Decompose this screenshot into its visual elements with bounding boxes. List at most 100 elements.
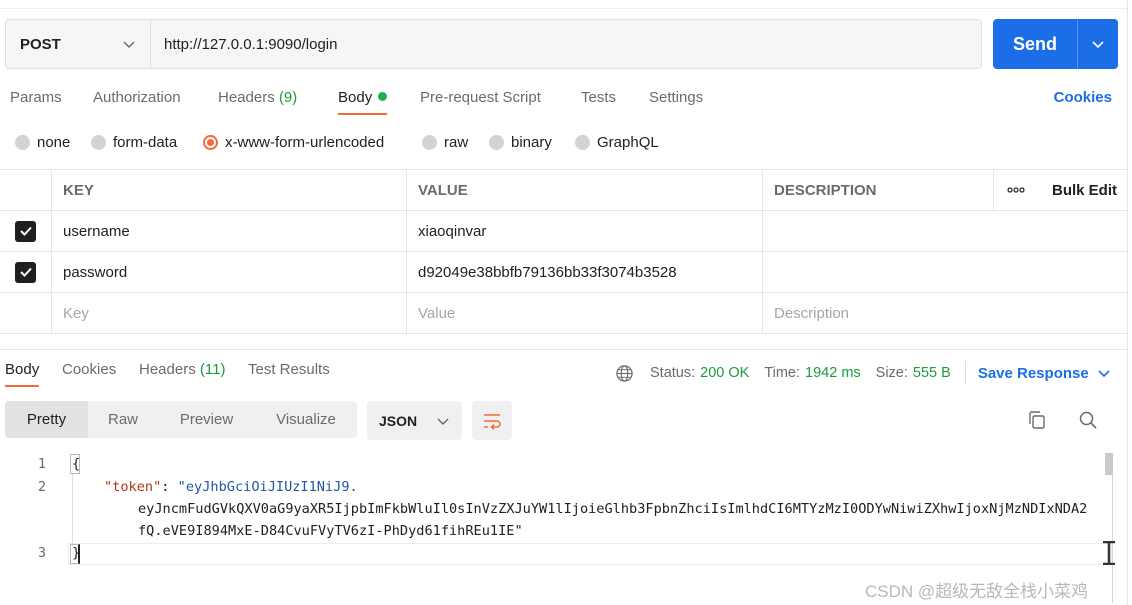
- top-border: [0, 8, 1127, 9]
- chevron-down-icon: [1098, 370, 1110, 378]
- json-string: "eyJhbGciOiJIUzI1NiJ9.: [177, 479, 358, 495]
- header-key: KEY: [51, 170, 406, 210]
- method-select[interactable]: POST: [6, 20, 151, 68]
- line-number: 3: [37, 545, 46, 561]
- panel-divider[interactable]: [0, 336, 1127, 350]
- copy-icon[interactable]: [1027, 410, 1047, 430]
- chevron-down-icon: [437, 417, 449, 425]
- radio-circle: [575, 135, 590, 150]
- tab-body[interactable]: Body: [338, 89, 388, 115]
- language-label: JSON: [379, 412, 418, 429]
- send-options-button[interactable]: [1077, 19, 1118, 69]
- radio-circle: [91, 135, 106, 150]
- time-value[interactable]: 1942 ms: [805, 365, 861, 381]
- row-description[interactable]: [762, 211, 993, 251]
- row-value[interactable]: xiaoqinvar: [406, 211, 762, 251]
- row-description[interactable]: [762, 252, 993, 292]
- row-checkbox[interactable]: [15, 220, 36, 242]
- cookies-link[interactable]: Cookies: [1054, 89, 1112, 106]
- tab-response-headers-label: Headers: [139, 361, 196, 378]
- radio-label: x-www-form-urlencoded: [225, 134, 385, 151]
- table-header-row: KEY VALUE DESCRIPTION Bulk Edit: [0, 170, 1127, 211]
- status-label: Status:: [650, 365, 696, 381]
- tab-prerequest-script[interactable]: Pre-request Script: [420, 89, 541, 106]
- save-response-label: Save Response: [977, 364, 1089, 382]
- new-description-input[interactable]: Description: [762, 293, 993, 333]
- row-key[interactable]: username: [51, 211, 406, 251]
- line-number: 1: [37, 456, 46, 472]
- check-icon: [19, 267, 32, 277]
- radio-form-data[interactable]: form-data: [91, 134, 177, 151]
- radio-label: form-data: [113, 134, 178, 151]
- header-description: DESCRIPTION: [762, 170, 993, 210]
- tab-test-results[interactable]: Test Results: [248, 361, 330, 378]
- search-icon[interactable]: [1078, 410, 1098, 430]
- params-table: KEY VALUE DESCRIPTION Bulk Edit username…: [0, 169, 1127, 334]
- radio-raw[interactable]: raw: [422, 134, 468, 151]
- tab-response-body[interactable]: Body: [5, 361, 40, 387]
- code-line-wrapped: fQ.eVE9I894MxE-D84CvuFVyTV6zI-PhDyd61fih…: [138, 523, 523, 539]
- current-line-highlight: [68, 543, 1112, 565]
- radio-label: GraphQL: [597, 134, 659, 151]
- header-value: VALUE: [406, 170, 762, 210]
- body-type-radios: none form-data x-www-form-urlencoded raw…: [0, 134, 800, 156]
- tab-tests[interactable]: Tests: [581, 89, 616, 106]
- radio-graphql[interactable]: GraphQL: [575, 134, 659, 151]
- radio-circle: [15, 135, 30, 150]
- radio-x-www-form-urlencoded[interactable]: x-www-form-urlencoded: [203, 134, 384, 151]
- separator: [964, 361, 966, 385]
- send-label: Send: [1012, 33, 1057, 54]
- radio-none[interactable]: none: [15, 134, 70, 151]
- raw-button[interactable]: Raw: [88, 401, 158, 438]
- row-check-cell: [0, 211, 51, 251]
- wrap-lines-button[interactable]: [472, 401, 512, 440]
- time-label: Time:: [764, 365, 801, 381]
- table-row: password d92049e38bbfb79136bb33f3074b352…: [0, 252, 1127, 293]
- new-value-input[interactable]: Value: [406, 293, 762, 333]
- visualize-button[interactable]: Visualize: [255, 401, 357, 438]
- json-colon: :: [161, 479, 178, 495]
- code-line: }: [72, 545, 81, 561]
- row-checkbox[interactable]: [15, 261, 36, 283]
- tab-response-headers-count: (11): [199, 361, 226, 378]
- row-check-cell: [0, 293, 51, 333]
- tab-authorization[interactable]: Authorization: [93, 89, 181, 106]
- new-key-input[interactable]: Key: [51, 293, 406, 333]
- send-button[interactable]: Send: [993, 19, 1118, 69]
- body-indicator-dot: [378, 92, 388, 101]
- tab-response-cookies[interactable]: Cookies: [62, 361, 116, 378]
- tab-settings[interactable]: Settings: [649, 89, 703, 106]
- code-line-wrapped: eyJncmFudGVkQXV0aG9yaXR5IjpbImFkbWluIl0s…: [138, 501, 1088, 517]
- wrap-lines-icon: [484, 413, 501, 430]
- format-toggle-group: Pretty Raw Preview Visualize: [5, 401, 357, 438]
- text-cursor-icon: [1103, 541, 1115, 565]
- json-key: "token": [104, 479, 162, 495]
- bulk-edit-button[interactable]: Bulk Edit: [1038, 170, 1127, 210]
- language-select[interactable]: JSON: [367, 401, 462, 440]
- row-key[interactable]: password: [51, 252, 406, 292]
- tab-headers[interactable]: Headers (9): [218, 89, 297, 106]
- status-value[interactable]: 200 OK: [700, 365, 749, 381]
- preview-button[interactable]: Preview: [158, 401, 255, 438]
- size-label: Size:: [875, 365, 908, 381]
- size-value[interactable]: 555 B: [913, 365, 951, 381]
- tab-params[interactable]: Params: [10, 89, 62, 106]
- save-response-button[interactable]: Save Response: [978, 365, 1111, 382]
- editor-scrollbar-thumb[interactable]: [1105, 453, 1113, 475]
- radio-label: raw: [444, 134, 469, 151]
- tab-response-headers[interactable]: Headers (11): [139, 361, 225, 378]
- radio-binary[interactable]: binary: [489, 134, 552, 151]
- globe-icon[interactable]: [615, 364, 634, 383]
- pretty-button[interactable]: Pretty: [5, 401, 88, 438]
- table-row-new: Key Value Description: [0, 293, 1127, 334]
- method-label: POST: [20, 35, 61, 53]
- editor-scrollbar-track[interactable]: [1112, 453, 1113, 603]
- url-input[interactable]: http://127.0.0.1:9090/login: [151, 20, 981, 68]
- radio-label: binary: [511, 134, 552, 151]
- row-value[interactable]: d92049e38bbfb79136bb33f3074b3528: [406, 252, 762, 292]
- more-options-button[interactable]: [993, 170, 1038, 210]
- code-line: {: [72, 456, 81, 472]
- code-line: "token": "eyJhbGciOiJIUzI1NiJ9.: [104, 479, 358, 495]
- indent-guide: [72, 474, 73, 546]
- more-horizontal-icon: [1007, 187, 1025, 193]
